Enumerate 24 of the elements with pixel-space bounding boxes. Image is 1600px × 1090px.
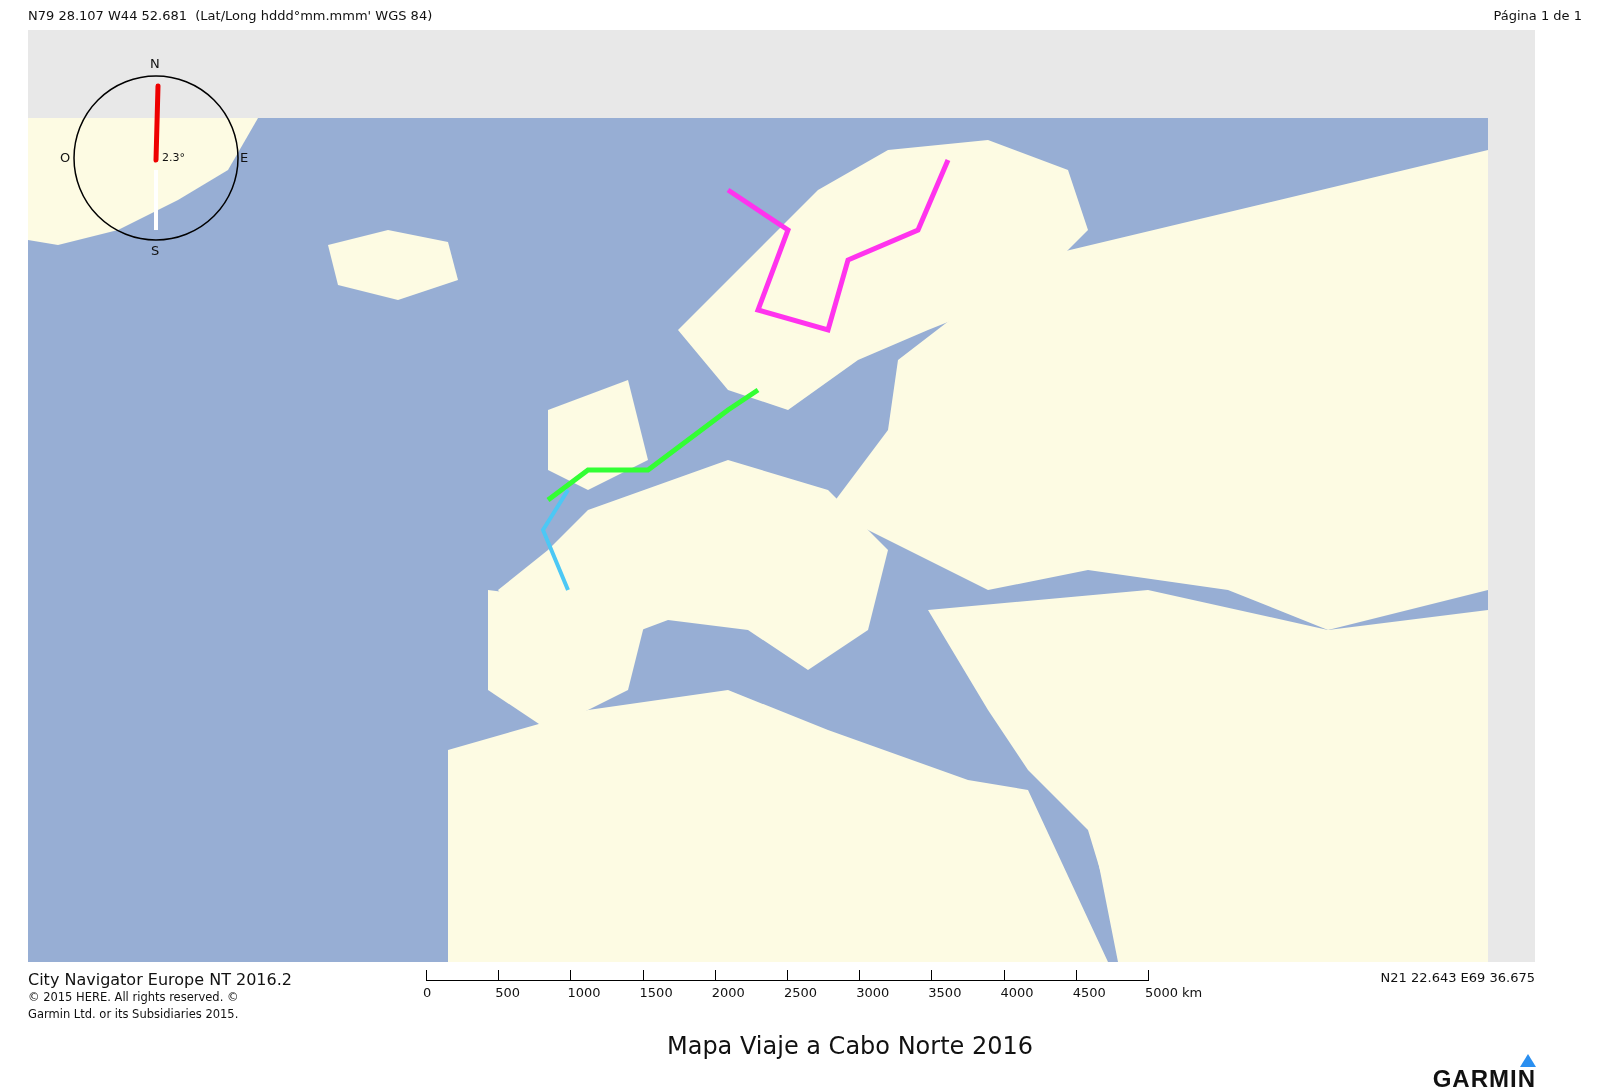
scale-label: 1000 [567,985,601,1000]
page-number: Página 1 de 1 [1493,8,1582,25]
copyright-text: © 2015 HERE. All rights reserved. © [28,989,240,1006]
scale-label: 3500 [928,985,962,1000]
map-title: Mapa Viaje a Cabo Norte 2016 [665,1032,1034,1060]
scale-label: 500 [495,985,520,1000]
cursor-coordinates: N79 28.107 W44 52.681 (Lat/Long hddd°mm.mmm' WGS 84) [28,8,433,25]
scale-label: 2000 [711,985,745,1000]
scale-label: 4000 [1000,985,1034,1000]
scale-label: 5000 km [1144,985,1203,1000]
scale-label: 2500 [783,985,818,1000]
compass-south-label: S [151,244,160,258]
corner-coordinates: N21 22.643 E69 36.675 [1380,970,1535,987]
map-product-name: City Navigator Europe NT 2016.2 [28,970,293,989]
scale-label: 1500 [639,985,673,1000]
copyright-text: Garmin Ltd. or its Subsidiaries 2015. [28,1006,240,1023]
compass-east-label: E [240,151,249,165]
compass-rotation-label: 2.3° [162,151,185,165]
scale-label: 3000 [856,985,890,1000]
compass-north-label: N [150,57,160,71]
compass-west-label: O [60,151,71,165]
scale-label: 4500 [1072,985,1106,1000]
scale-label: 0 [423,985,432,1000]
garmin-logo: GARMIN [1432,1054,1536,1090]
